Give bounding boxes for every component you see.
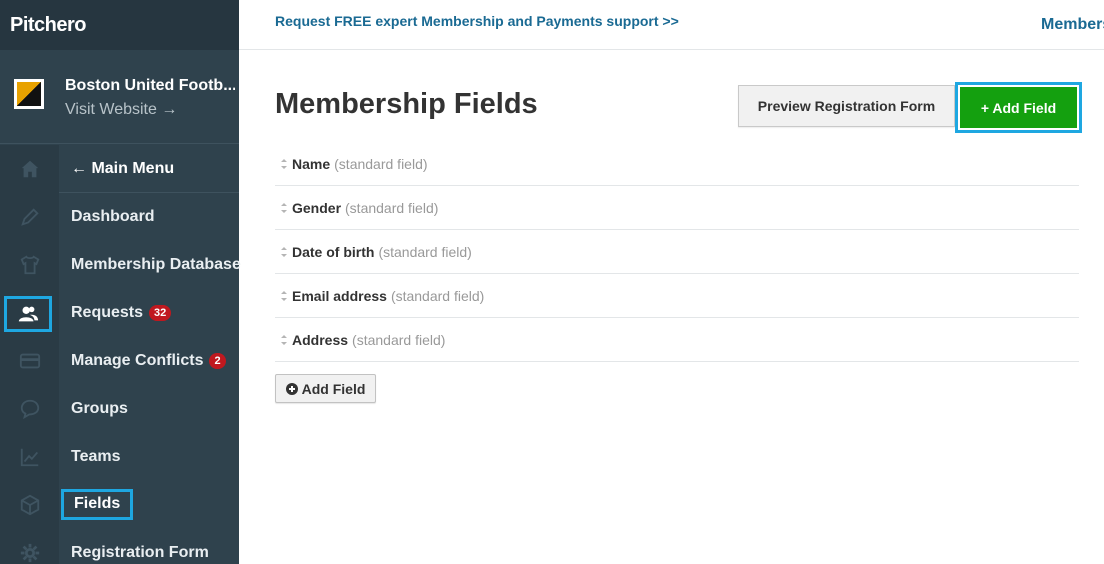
requests-count-badge: 32 (149, 305, 172, 321)
cube-icon[interactable] (0, 481, 59, 529)
field-name: Email address (292, 287, 387, 304)
home-icon[interactable] (0, 145, 59, 193)
drag-handle-icon[interactable] (275, 158, 292, 169)
card-icon[interactable] (0, 337, 59, 385)
field-row[interactable]: Email address (standard field) (275, 274, 1079, 318)
top-bar: Request FREE expert Membership and Payme… (239, 0, 1104, 50)
members-icon[interactable] (4, 296, 52, 332)
chat-icon[interactable] (0, 385, 59, 433)
gear-icon[interactable] (0, 529, 59, 564)
menu-item-label: Registration Form (71, 544, 209, 561)
icon-rail (0, 145, 59, 564)
menu-divider (59, 192, 239, 193)
page-title: Membership Fields (275, 88, 538, 120)
sidebar: Pitchero Boston United Footb... Visit We… (0, 0, 241, 564)
menu-item-dashboard[interactable]: Dashboard (71, 208, 155, 226)
field-note: (standard field) (345, 199, 439, 216)
menu-item-teams[interactable]: Teams (71, 448, 121, 466)
visit-website-link[interactable]: Visit Website → (65, 101, 177, 119)
fields-list: Name (standard field) Gender (standard f… (275, 142, 1079, 362)
menu-item-manage-conflicts[interactable]: Manage Conflicts 2 (71, 352, 226, 370)
menu-item-label: Requests (71, 304, 144, 321)
field-row[interactable]: Date of birth (standard field) (275, 230, 1079, 274)
field-name: Name (292, 155, 331, 172)
menu-item-label: Manage Conflicts (71, 352, 204, 369)
chart-icon[interactable] (0, 433, 59, 481)
preview-registration-form-button[interactable]: Preview Registration Form (738, 85, 955, 127)
menu-item-label: Fields (74, 495, 121, 512)
shirt-icon[interactable] (0, 241, 59, 289)
menu-item-membership-database[interactable]: Membership Database (71, 256, 241, 274)
menu-item-requests[interactable]: Requests 32 (71, 304, 172, 322)
main-menu-back-link[interactable]: ← Main Menu (71, 160, 174, 178)
menu-item-label: Teams (71, 448, 121, 465)
club-name[interactable]: Boston United Footb... (65, 77, 235, 95)
add-field-button[interactable]: + Add Field (960, 87, 1077, 128)
menu-item-registration-form[interactable]: Registration Form (71, 544, 209, 562)
add-field-secondary-button[interactable]: Add Field (275, 374, 376, 403)
field-name: Gender (292, 199, 342, 216)
pencil-icon[interactable] (0, 193, 59, 241)
field-note: (standard field) (334, 155, 428, 172)
field-row[interactable]: Name (standard field) (275, 142, 1079, 186)
menu-item-label: Groups (71, 400, 128, 417)
drag-handle-icon[interactable] (275, 202, 292, 213)
conflicts-count-badge: 2 (209, 353, 226, 369)
field-row[interactable]: Gender (standard field) (275, 186, 1079, 230)
drag-handle-icon[interactable] (275, 334, 292, 345)
drag-handle-icon[interactable] (275, 246, 292, 257)
field-note: (standard field) (378, 243, 472, 260)
add-field-highlight: + Add Field (955, 82, 1082, 133)
menu-item-fields[interactable]: Fields (61, 489, 134, 520)
club-badge[interactable] (14, 79, 44, 109)
pitchero-logo[interactable]: Pitchero (10, 14, 87, 37)
field-name: Date of birth (292, 243, 375, 260)
menu-item-label: Membership Database (71, 256, 241, 273)
logo-bar: Pitchero (0, 0, 239, 50)
menu-item-label: Dashboard (71, 208, 155, 225)
promo-support-link[interactable]: Request FREE expert Membership and Payme… (275, 13, 679, 29)
field-name: Address (292, 331, 349, 348)
add-field-secondary-label: Add Field (301, 380, 366, 397)
plus-circle-icon (285, 382, 298, 395)
drag-handle-icon[interactable] (275, 290, 292, 301)
field-note: (standard field) (352, 331, 446, 348)
field-row[interactable]: Address (standard field) (275, 318, 1079, 362)
top-nav-members-link[interactable]: Members (1041, 16, 1104, 34)
menu-item-groups[interactable]: Groups (71, 400, 128, 418)
field-note: (standard field) (390, 287, 485, 304)
